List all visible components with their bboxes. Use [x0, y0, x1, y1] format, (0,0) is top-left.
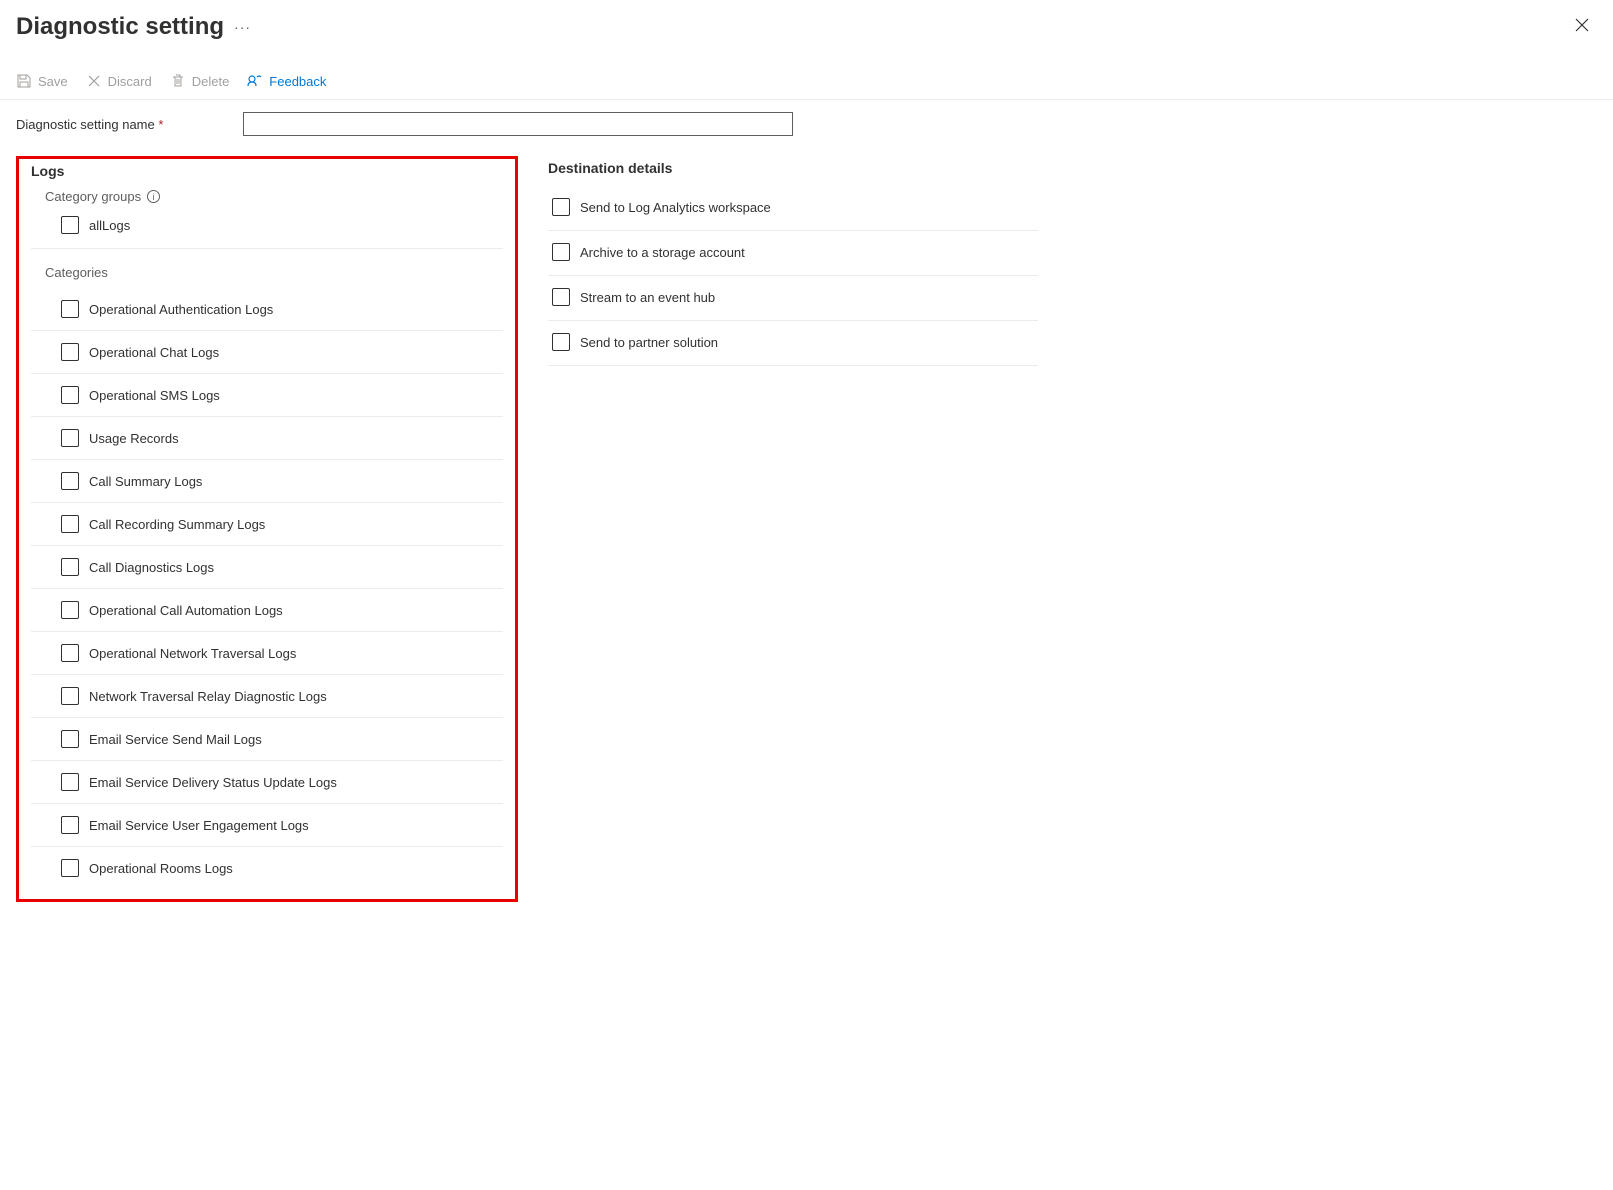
destination-checkbox[interactable] — [552, 288, 570, 306]
feedback-button[interactable]: Feedback — [247, 73, 326, 89]
category-checkbox[interactable] — [61, 472, 79, 490]
category-row[interactable]: Email Service User Engagement Logs — [31, 804, 503, 847]
destination-row[interactable]: Stream to an event hub — [548, 276, 1038, 321]
alllogs-label: allLogs — [89, 218, 130, 233]
category-checkbox[interactable] — [61, 687, 79, 705]
discard-label: Discard — [108, 74, 152, 89]
destination-row[interactable]: Archive to a storage account — [548, 231, 1038, 276]
category-row[interactable]: Operational Authentication Logs — [31, 288, 503, 331]
category-checkbox[interactable] — [61, 386, 79, 404]
category-checkbox[interactable] — [61, 343, 79, 361]
delete-button[interactable]: Delete — [170, 73, 230, 89]
category-checkbox[interactable] — [61, 730, 79, 748]
destination-checkbox[interactable] — [552, 333, 570, 351]
category-label: Operational Chat Logs — [89, 345, 219, 360]
category-row[interactable]: Operational Call Automation Logs — [31, 589, 503, 632]
category-label: Email Service Delivery Status Update Log… — [89, 775, 337, 790]
category-checkbox[interactable] — [61, 773, 79, 791]
close-icon — [1575, 18, 1589, 32]
category-row[interactable]: Operational Chat Logs — [31, 331, 503, 374]
page-title: Diagnostic setting — [16, 13, 224, 41]
category-label: Call Summary Logs — [89, 474, 202, 489]
category-checkbox[interactable] — [61, 515, 79, 533]
category-row[interactable]: Call Summary Logs — [31, 460, 503, 503]
category-row[interactable]: Email Service Delivery Status Update Log… — [31, 761, 503, 804]
destination-checkbox[interactable] — [552, 198, 570, 216]
category-label: Operational Authentication Logs — [89, 302, 273, 317]
setting-name-input[interactable] — [243, 112, 793, 136]
category-label: Email Service Send Mail Logs — [89, 732, 262, 747]
categories-label: Categories — [45, 265, 503, 280]
category-checkbox[interactable] — [61, 300, 79, 318]
category-checkbox[interactable] — [61, 601, 79, 619]
close-button[interactable] — [1567, 12, 1597, 41]
more-menu[interactable]: ··· — [234, 19, 251, 35]
category-row[interactable]: Email Service Send Mail Logs — [31, 718, 503, 761]
category-row[interactable]: Operational Rooms Logs — [31, 847, 503, 889]
category-row[interactable]: Usage Records — [31, 417, 503, 460]
destination-checkbox[interactable] — [552, 243, 570, 261]
category-label: Network Traversal Relay Diagnostic Logs — [89, 689, 327, 704]
category-row[interactable]: Call Recording Summary Logs — [31, 503, 503, 546]
category-checkbox[interactable] — [61, 558, 79, 576]
destination-label: Send to partner solution — [580, 335, 718, 350]
category-groups-label: Category groups i — [45, 189, 503, 204]
category-row[interactable]: Call Diagnostics Logs — [31, 546, 503, 589]
alllogs-checkbox[interactable] — [61, 216, 79, 234]
discard-button[interactable]: Discard — [86, 73, 152, 89]
destination-title: Destination details — [548, 160, 1038, 176]
info-icon[interactable]: i — [147, 190, 160, 203]
delete-icon — [170, 73, 186, 89]
category-row[interactable]: Network Traversal Relay Diagnostic Logs — [31, 675, 503, 718]
category-label: Email Service User Engagement Logs — [89, 818, 309, 833]
category-label: Operational Call Automation Logs — [89, 603, 283, 618]
feedback-icon — [247, 73, 263, 89]
category-checkbox[interactable] — [61, 429, 79, 447]
category-row[interactable]: Operational SMS Logs — [31, 374, 503, 417]
category-checkbox[interactable] — [61, 644, 79, 662]
discard-icon — [86, 73, 102, 89]
alllogs-row[interactable]: allLogs — [31, 210, 503, 249]
category-label: Usage Records — [89, 431, 179, 446]
category-checkbox[interactable] — [61, 816, 79, 834]
setting-name-label: Diagnostic setting name * — [16, 117, 163, 132]
destination-label: Stream to an event hub — [580, 290, 715, 305]
category-label: Operational Rooms Logs — [89, 861, 233, 876]
save-button[interactable]: Save — [16, 73, 68, 89]
category-row[interactable]: Operational Network Traversal Logs — [31, 632, 503, 675]
category-checkbox[interactable] — [61, 859, 79, 877]
category-label: Operational Network Traversal Logs — [89, 646, 296, 661]
destination-label: Send to Log Analytics workspace — [580, 200, 771, 215]
category-label: Operational SMS Logs — [89, 388, 220, 403]
delete-label: Delete — [192, 74, 230, 89]
save-icon — [16, 73, 32, 89]
category-label: Call Recording Summary Logs — [89, 517, 265, 532]
logs-title: Logs — [31, 163, 503, 179]
category-label: Call Diagnostics Logs — [89, 560, 214, 575]
destination-row[interactable]: Send to partner solution — [548, 321, 1038, 366]
feedback-label: Feedback — [269, 74, 326, 89]
save-label: Save — [38, 74, 68, 89]
destination-label: Archive to a storage account — [580, 245, 745, 260]
destination-row[interactable]: Send to Log Analytics workspace — [548, 186, 1038, 231]
